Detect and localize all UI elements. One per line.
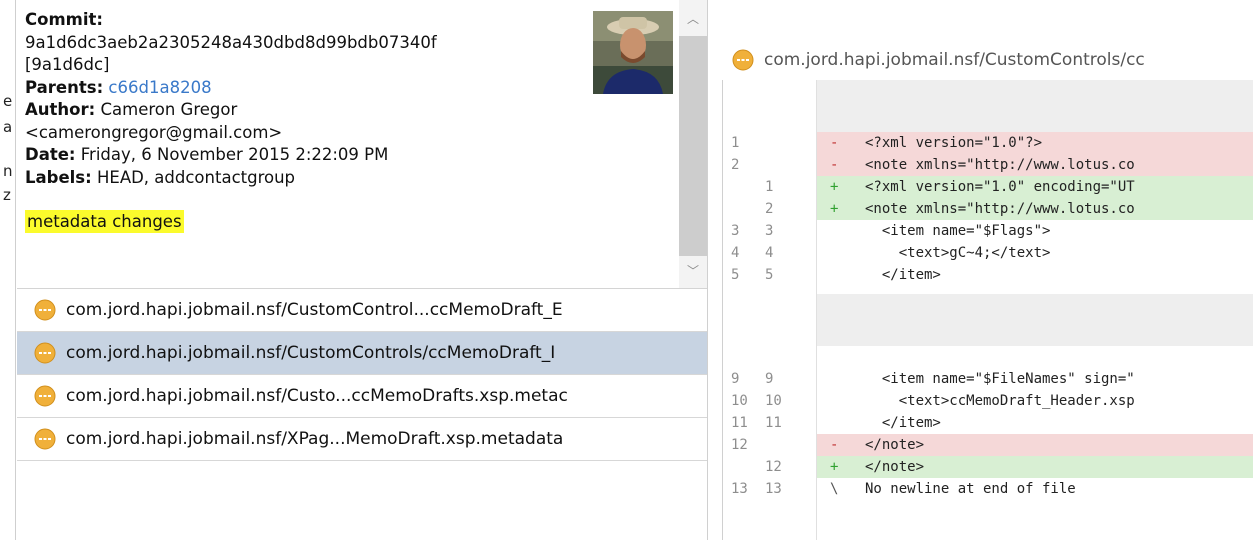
author-name: Cameron Gregor (100, 100, 238, 119)
edge-char: n (3, 162, 13, 180)
diff-line-added: 2 + <note xmlns="http://www.lotus.co (723, 198, 1253, 220)
changed-files-list: com.jord.hapi.jobmail.nsf/CustomControl.… (17, 288, 707, 541)
commit-labels: HEAD, addcontactgroup (96, 167, 296, 187)
diff-line-context: 44 <text>gC~4;</text> (723, 242, 1253, 264)
date-label: Date: (25, 145, 76, 164)
parents-label: Parents: (25, 77, 104, 97)
diff-hunk-separator (723, 80, 1253, 132)
file-path: com.jord.hapi.jobmail.nsf/XPag...MemoDra… (66, 429, 564, 449)
file-list-item[interactable]: com.jord.hapi.jobmail.nsf/Custo...ccMemo… (17, 375, 707, 418)
labels-label: Labels: (25, 167, 92, 187)
commit-short-hash: [9a1d6dc] (25, 55, 110, 74)
commit-label: Commit: (25, 10, 103, 29)
chevron-down-icon[interactable]: ﹀ (679, 262, 707, 279)
diff-line-deleted: 12- </note> (723, 434, 1253, 456)
parent-commit-link[interactable]: c66d1a8208 (108, 78, 211, 97)
diff-gutter-border (816, 80, 817, 540)
diff-line-context: 33 <item name="$Flags"> (723, 220, 1253, 242)
commit-details-panel: Commit: 9a1d6dc3aeb2a2305248a430dbd8d99b… (17, 0, 707, 288)
diff-line-context: 99 <item name="$FileNames" sign=" (723, 368, 1253, 390)
left-pane-edge: e a n z (0, 0, 17, 540)
diff-line-deleted: 1- <?xml version="1.0"?> (723, 132, 1253, 154)
author-avatar (593, 11, 673, 94)
pane-splitter[interactable] (707, 0, 708, 540)
pane-border (15, 0, 16, 540)
diff-line-context: 55 </item> (723, 264, 1253, 286)
diff-view: 1- <?xml version="1.0"?> 2- <note xmlns="h… (722, 80, 1253, 540)
file-path: com.jord.hapi.jobmail.nsf/CustomControl.… (66, 300, 563, 320)
file-list-item[interactable]: com.jord.hapi.jobmail.nsf/CustomControl.… (17, 289, 707, 332)
edge-char: e (3, 92, 13, 110)
file-modified-icon (34, 342, 56, 364)
diff-line-context: 11 11 </item> (723, 412, 1253, 434)
commit-details-text: Commit: 9a1d6dc3aeb2a2305248a430dbd8d99b… (25, 9, 585, 234)
author-email: <camerongregor@gmail.com> (25, 122, 283, 142)
edge-char: a (3, 118, 13, 136)
commit-hash: 9a1d6dc3aeb2a2305248a430dbd8d99bdb07340f (25, 32, 437, 52)
diff-file-title: com.jord.hapi.jobmail.nsf/CustomControls… (764, 50, 1145, 70)
details-scrollbar[interactable]: ︿ ﹀ (679, 0, 707, 288)
file-modified-icon (732, 49, 754, 71)
file-list-item-selected[interactable]: com.jord.hapi.jobmail.nsf/CustomControls… (17, 332, 707, 375)
file-modified-icon (34, 428, 56, 450)
file-list-item[interactable]: com.jord.hapi.jobmail.nsf/XPag...MemoDra… (17, 418, 707, 461)
diff-line-added: 1 + <?xml version="1.0" encoding="UT (723, 176, 1253, 198)
file-path: com.jord.hapi.jobmail.nsf/CustomControls… (66, 343, 556, 363)
chevron-up-icon[interactable]: ︿ (679, 10, 707, 27)
diff-line-context: 10 10 <text>ccMemoDraft_Header.xsp (723, 390, 1253, 412)
file-modified-icon (34, 299, 56, 321)
file-modified-icon (34, 385, 56, 407)
edge-char: z (3, 186, 11, 204)
diff-hunk-separator (723, 294, 1253, 346)
diff-header: com.jord.hapi.jobmail.nsf/CustomControls… (722, 40, 1253, 80)
commit-date: Friday, 6 November 2015 2:22:09 PM (80, 145, 389, 164)
file-path: com.jord.hapi.jobmail.nsf/Custo...ccMemo… (66, 386, 568, 406)
commit-message: metadata changes (25, 210, 184, 233)
diff-line-deleted: 2- <note xmlns="http://www.lotus.co (723, 154, 1253, 176)
scrollbar-thumb[interactable] (679, 36, 707, 256)
diff-line-no-newline: 13 13 \ No newline at end of file (723, 478, 1253, 500)
diff-line-added: 12 + </note> (723, 456, 1253, 478)
author-label: Author: (25, 100, 96, 119)
